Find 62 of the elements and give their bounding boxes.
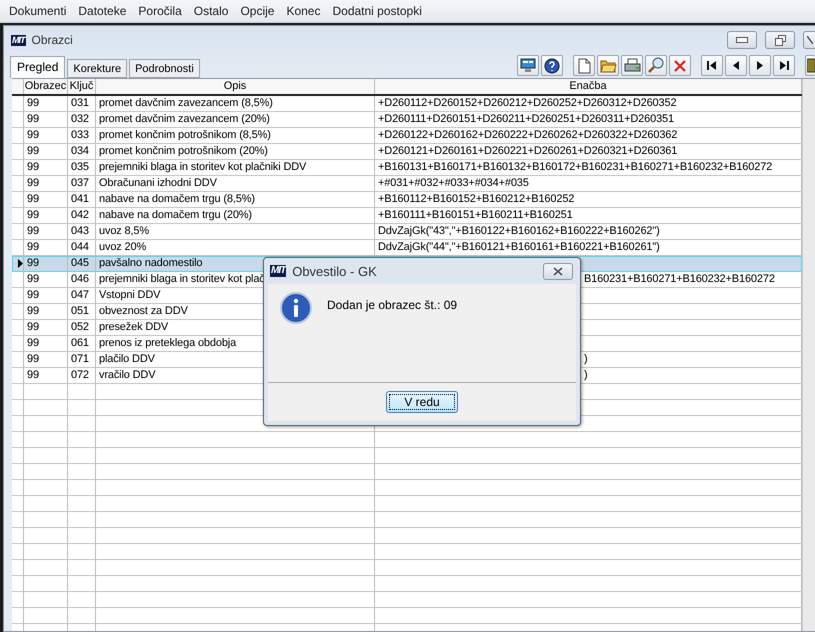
table-cell: promet končnim potrošnikom (20%) <box>96 144 375 159</box>
table-cell: +B160112+B160152+B160212+B160252 <box>378 193 574 205</box>
table-cell: promet končnim potrošnikom (8,5%) <box>96 128 375 143</box>
table-cell: 99 <box>24 336 68 351</box>
table-cell: +B160111+B160151+B160211+B160251 <box>378 209 573 221</box>
table-cell: 046 <box>68 272 96 287</box>
table-cell: +#031+#032+#033+#034+#035 <box>378 177 529 189</box>
table-cell: 047 <box>68 288 96 303</box>
table-cell: 072 <box>68 368 96 383</box>
table-cell: 032 <box>68 112 96 127</box>
table-cell: 99 <box>24 240 68 255</box>
table-cell: 035 <box>68 160 96 175</box>
table-cell: 071 <box>68 352 96 367</box>
table-cell: +D260122+D260162+D260222+D260262+D260322+D260362 <box>378 129 678 141</box>
table-cell: B160231+B160271+B160232+B160272 <box>584 273 775 285</box>
table-cell: promet davčnim zavezancem (20%) <box>96 112 375 127</box>
table-cell: nabave na domačem trgu (8,5%) <box>96 192 375 207</box>
table-cell: 042 <box>68 208 96 223</box>
table-cell: ) <box>584 353 588 365</box>
table-cell: 034 <box>68 144 96 159</box>
table-cell: 99 <box>24 352 68 367</box>
table-cell: 99 <box>24 320 68 335</box>
table-cell: 99 <box>24 288 68 303</box>
table-cell: 045 <box>68 256 96 271</box>
table-cell: 99 <box>24 160 68 175</box>
table-cell: +D260121+D260161+D260221+D260261+D260321+D260361 <box>378 145 678 157</box>
table-cell: uvoz 8,5% <box>96 224 375 239</box>
table-cell: 037 <box>68 176 96 191</box>
table-cell: 99 <box>24 144 68 159</box>
table-cell: 99 <box>24 208 68 223</box>
table-cell: 99 <box>24 192 68 207</box>
table-cell: 044 <box>68 240 96 255</box>
table-cell: +D260111+D260151+D260211+D260251+D260311+D260351 <box>378 113 674 125</box>
app-logo: MIT <box>270 265 286 277</box>
table-cell: 99 <box>24 368 68 383</box>
table-cell: 99 <box>24 112 68 127</box>
table-cell: prejemniki blaga in storitev kot plačniki DDV <box>96 160 375 175</box>
table-cell: 061 <box>68 336 96 351</box>
table-cell: +B160131+B160171+B160132+B160172+B160231+B160271+B160232+B160272 <box>378 161 772 173</box>
table-cell: 99 <box>24 128 68 143</box>
table-cell: promet davčnim zavezancem (8,5%) <box>96 96 375 111</box>
table-cell: 99 <box>24 224 68 239</box>
table-cell: 033 <box>68 128 96 143</box>
table-cell: 051 <box>68 304 96 319</box>
table-cell: Obračunani izhodni DDV <box>96 176 375 191</box>
table-cell: nabave na domačem trgu (20%) <box>96 208 375 223</box>
table-cell: ) <box>584 369 588 381</box>
table-cell: 99 <box>24 96 68 111</box>
table-cell: DdvZajGk("44","+B160121+B160161+B160221+B160261") <box>378 241 660 253</box>
table-cell: 041 <box>68 192 96 207</box>
table-cell: 99 <box>24 304 68 319</box>
table-cell: 99 <box>24 272 68 287</box>
app-logo: MIT <box>11 34 26 46</box>
table-cell: 99 <box>24 176 68 191</box>
table-cell: 99 <box>24 256 68 271</box>
table-cell: +D260112+D260152+D260212+D260252+D260312+D260352 <box>378 97 676 109</box>
table-cell: DdvZajGk("43","+B160122+B160162+B160222+B160262") <box>378 225 660 237</box>
table-cell: uvoz 20% <box>96 240 375 255</box>
window-title: Obrazci <box>32 33 73 47</box>
table-cell: 052 <box>68 320 96 335</box>
table-cell: 043 <box>68 224 96 239</box>
table-cell: 031 <box>68 96 96 111</box>
